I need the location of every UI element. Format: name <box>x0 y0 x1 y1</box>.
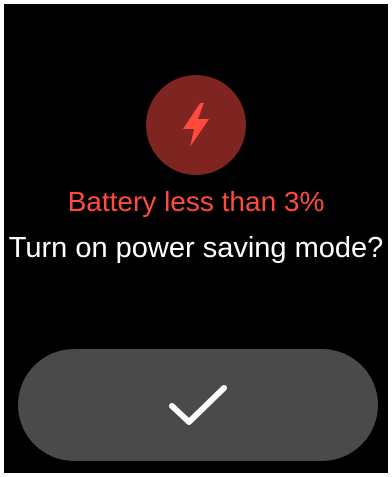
battery-alert-badge <box>146 75 246 175</box>
power-saving-question: Turn on power saving mode? <box>8 232 384 264</box>
confirm-button[interactable] <box>18 349 378 461</box>
checkmark-icon <box>167 382 229 428</box>
battery-warning-text: Battery less than 3% <box>67 186 325 217</box>
power-saving-dialog: Battery less than 3% Turn on power savin… <box>4 4 388 473</box>
lightning-bolt-icon <box>181 103 211 147</box>
